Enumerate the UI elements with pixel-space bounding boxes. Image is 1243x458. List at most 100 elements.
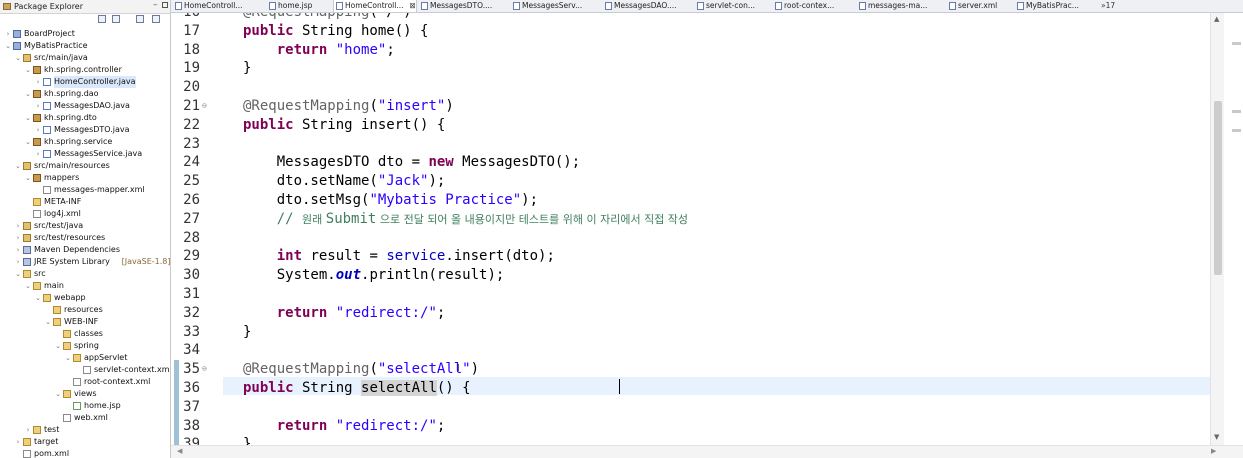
tree-item[interactable]: web.xml [0, 412, 170, 424]
tree-item[interactable]: › HomeController.java [0, 76, 170, 88]
link-with-editor-icon[interactable] [112, 15, 120, 23]
expanded-chevron-icon[interactable]: ⌄ [64, 352, 72, 364]
code-editor[interactable]: 16@RequestMapping("/")17public String ho… [171, 13, 1210, 445]
expanded-chevron-icon[interactable]: ⌄ [14, 268, 22, 280]
vertical-scroll-thumb[interactable] [1214, 101, 1222, 275]
horizontal-scrollbar[interactable]: ◀ ▶ [171, 445, 1243, 458]
editor-tab[interactable]: HomeControll... ⊠ [333, 0, 417, 12]
editor-tab[interactable]: servlet-con... [695, 0, 769, 12]
expanded-chevron-icon[interactable]: ⌄ [24, 136, 32, 148]
tree-item[interactable]: ⌄ src [0, 268, 170, 280]
tree-item[interactable]: ⌄ main [0, 280, 170, 292]
editor-tab[interactable]: home.jsp [267, 0, 329, 12]
scroll-right-icon[interactable]: ▶ [1211, 447, 1216, 455]
fold-toggle-icon[interactable]: ⊖ [202, 97, 207, 116]
collapsed-chevron-icon[interactable]: › [14, 244, 22, 256]
tree-item[interactable]: ⌄ mappers [0, 172, 170, 184]
expanded-chevron-icon[interactable]: ⌄ [24, 172, 32, 184]
tree-item[interactable]: › MessagesDTO.java [0, 124, 170, 136]
collapsed-chevron-icon[interactable]: › [34, 148, 42, 160]
maximize-icon[interactable] [162, 2, 168, 8]
filter-icon[interactable] [136, 15, 144, 23]
tree-item[interactable]: › BoardProject [0, 28, 170, 40]
collapsed-chevron-icon[interactable]: › [34, 76, 42, 88]
collapse-all-icon[interactable] [98, 15, 106, 23]
tree-item[interactable]: › MessagesDAO.java [0, 100, 170, 112]
tree-item[interactable]: ⌄ spring [0, 340, 170, 352]
collapsed-chevron-icon[interactable]: › [14, 220, 22, 232]
editor-tab[interactable]: root-contex... [773, 0, 853, 12]
vertical-scrollbar[interactable]: ▲ ▼ [1210, 13, 1224, 445]
expanded-chevron-icon[interactable]: ⌄ [54, 388, 62, 400]
overview-marker[interactable] [1232, 42, 1241, 45]
tree-item[interactable]: ⌄ WEB-INF [0, 316, 170, 328]
overview-marker[interactable] [1232, 110, 1241, 113]
expanded-chevron-icon[interactable]: ⌄ [14, 52, 22, 64]
collapsed-chevron-icon[interactable]: › [14, 436, 22, 448]
tree-item[interactable]: ⌄ kh.spring.service [0, 136, 170, 148]
tree-item[interactable]: ⌄ src/main/java [0, 52, 170, 64]
fold-toggle-icon[interactable]: ⊖ [202, 360, 207, 379]
expanded-chevron-icon[interactable]: ⌄ [24, 112, 32, 124]
collapsed-chevron-icon[interactable]: › [4, 28, 12, 40]
file-icon [1017, 2, 1024, 10]
tree-item[interactable]: ⌄ src/main/resources [0, 160, 170, 172]
tree-item[interactable]: ⌄ views [0, 388, 170, 400]
collapsed-chevron-icon[interactable]: › [24, 424, 32, 436]
tree-item[interactable]: ⌄ MyBatisPractice [0, 40, 170, 52]
expanded-chevron-icon[interactable]: ⌄ [24, 88, 32, 100]
minimize-icon[interactable]: – [153, 0, 158, 12]
close-tab-icon[interactable]: ⊠ [410, 1, 416, 10]
editor-tab[interactable]: HomeControll... [173, 0, 263, 12]
tree-item[interactable]: ⌄ webapp [0, 292, 170, 304]
tab-label: MyBatisPrac... [1026, 1, 1079, 10]
editor-tab[interactable]: server.xml [947, 0, 1011, 12]
tree-item[interactable]: ⌄ kh.spring.controller [0, 64, 170, 76]
collapsed-chevron-icon[interactable]: › [14, 256, 22, 268]
tree-item[interactable]: log4j.xml [0, 208, 170, 220]
editor-tab[interactable]: MessagesServ... [511, 0, 599, 12]
editor-tab[interactable]: messages-ma... [857, 0, 943, 12]
tree-item[interactable]: home.jsp [0, 400, 170, 412]
xml-icon [33, 210, 41, 218]
code-token: "home" [335, 41, 387, 58]
tree-item[interactable]: › src/test/resources [0, 232, 170, 244]
tree-item[interactable]: servlet-context.xml [0, 364, 170, 376]
tree-item[interactable]: › src/test/java [0, 220, 170, 232]
tree-item[interactable]: META-INF [0, 196, 170, 208]
tree-item[interactable]: › JRE System Library [JavaSE-1.8] [0, 256, 170, 268]
expanded-chevron-icon[interactable]: ⌄ [44, 316, 52, 328]
expanded-chevron-icon[interactable]: ⌄ [54, 340, 62, 352]
package-explorer: Package Explorer – › BoardProject ⌄ MyBatis… [0, 0, 171, 458]
scroll-left-icon[interactable]: ◀ [177, 447, 182, 455]
view-menu-icon[interactable] [152, 15, 160, 23]
tree-item[interactable]: pom.xml [0, 448, 170, 458]
scroll-up-icon[interactable]: ▲ [1214, 15, 1219, 23]
tree-item[interactable]: ⌄ kh.spring.dao [0, 88, 170, 100]
tree-item[interactable]: classes [0, 328, 170, 340]
tree-item[interactable]: › Maven Dependencies [0, 244, 170, 256]
tab-label: MessagesDTO.... [430, 1, 493, 10]
tab-overflow-button[interactable]: »17 [1099, 0, 1119, 12]
tree-item[interactable]: ⌄ kh.spring.dto [0, 112, 170, 124]
editor-tab[interactable]: MessagesDTO.... [419, 0, 507, 12]
tree-item[interactable]: › test [0, 424, 170, 436]
editor-tab[interactable]: MyBatisPrac... [1015, 0, 1095, 12]
tree-item[interactable]: root-context.xml [0, 376, 170, 388]
scroll-down-icon[interactable]: ▼ [1214, 433, 1219, 441]
collapsed-chevron-icon[interactable]: › [34, 124, 42, 136]
expanded-chevron-icon[interactable]: ⌄ [4, 40, 12, 52]
expanded-chevron-icon[interactable]: ⌄ [24, 64, 32, 76]
tree-item[interactable]: › MessagesService.java [0, 148, 170, 160]
tree-item[interactable]: › target [0, 436, 170, 448]
expanded-chevron-icon[interactable]: ⌄ [14, 160, 22, 172]
tree-item[interactable]: resources [0, 304, 170, 316]
expanded-chevron-icon[interactable]: ⌄ [34, 292, 42, 304]
editor-tab[interactable]: MessagesDAO.... [603, 0, 691, 12]
tree-item[interactable]: ⌄ appServlet [0, 352, 170, 364]
collapsed-chevron-icon[interactable]: › [14, 232, 22, 244]
overview-marker[interactable] [1232, 129, 1241, 132]
tree-item[interactable]: messages-mapper.xml [0, 184, 170, 196]
collapsed-chevron-icon[interactable]: › [34, 100, 42, 112]
expanded-chevron-icon[interactable]: ⌄ [24, 280, 32, 292]
